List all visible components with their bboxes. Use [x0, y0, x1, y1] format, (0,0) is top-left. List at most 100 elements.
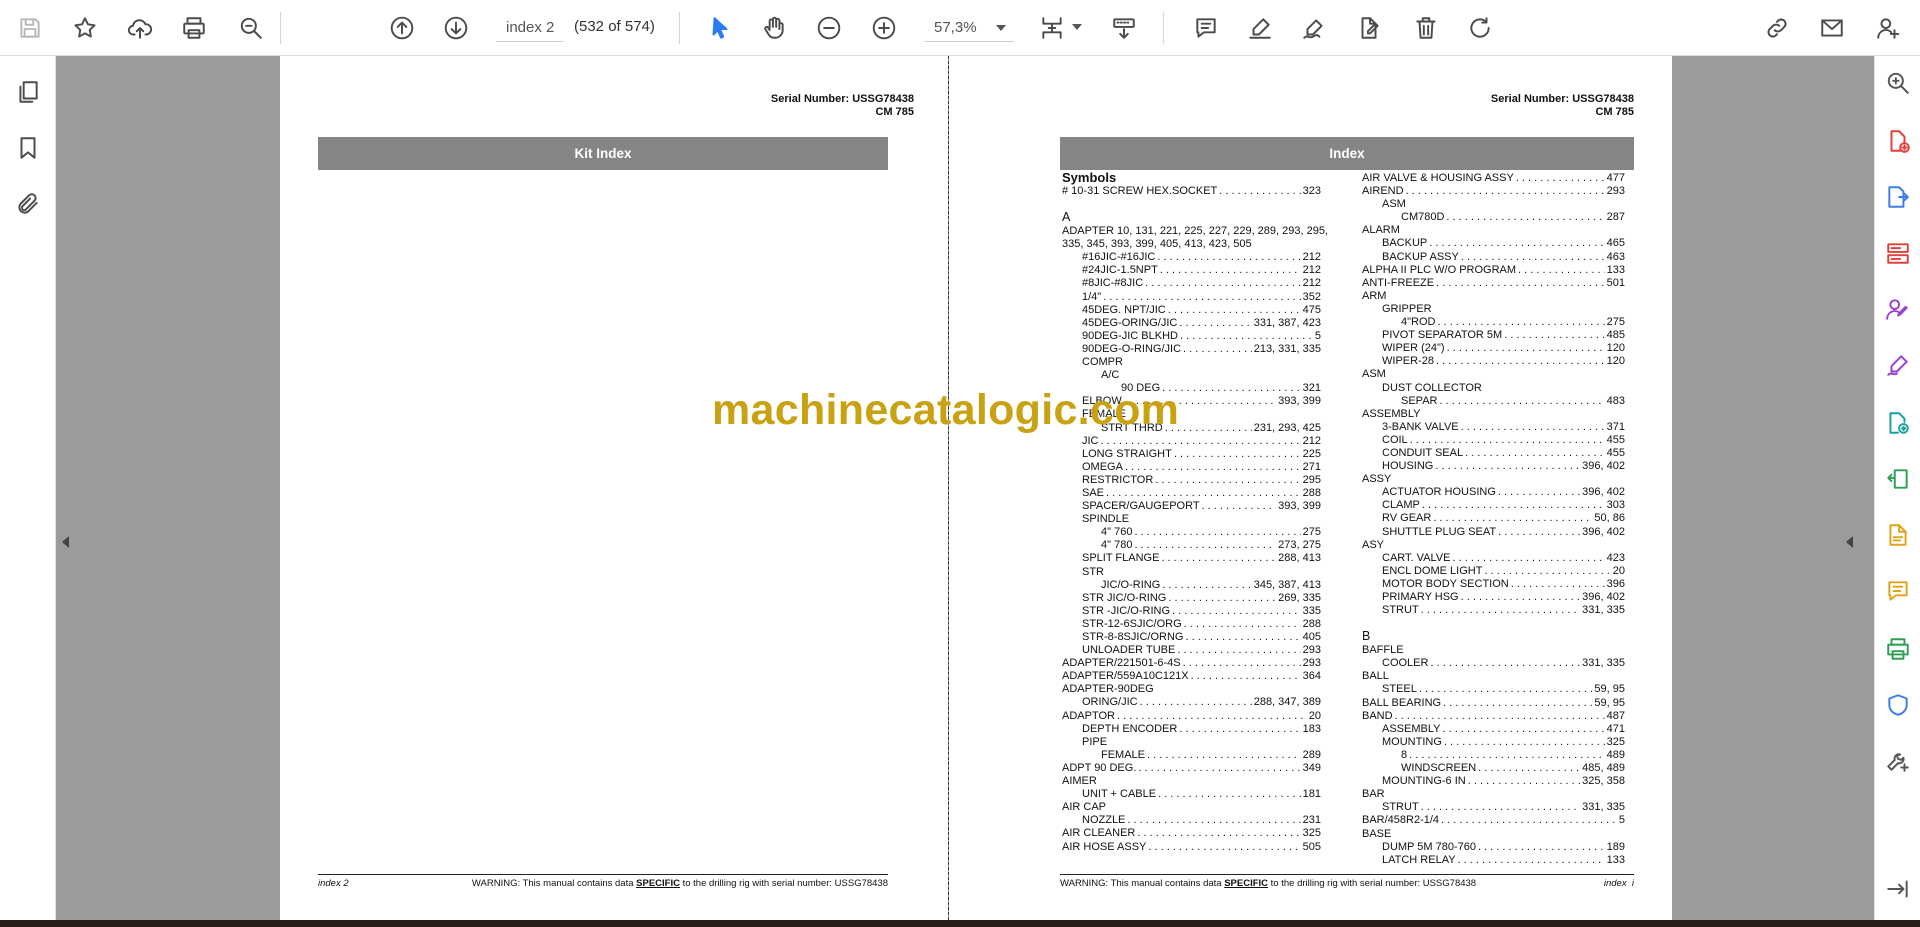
print-icon[interactable] [176, 10, 212, 46]
index-entry-label: AIR HOSE ASSY [1062, 840, 1147, 853]
index-entry-label: JIC [1082, 434, 1099, 447]
index-entry-pages: 364 [1302, 670, 1321, 683]
index-entry: PIVOT SEPARATOR 5M 485 [1362, 329, 1625, 342]
fit-dropdown-icon[interactable] [1072, 24, 1082, 30]
footer-rule [1060, 874, 1634, 875]
more-tools-icon[interactable] [1881, 744, 1915, 778]
create-pdf-icon[interactable] [1881, 124, 1915, 158]
index-entry-label: ENCL DOME LIGHT [1382, 564, 1483, 577]
index-entry: SPLIT FLANGE 288, 413 [1062, 552, 1321, 565]
index-entry-label: GRIPPER [1382, 302, 1432, 315]
add-user-icon[interactable] [1870, 10, 1906, 46]
rotate-icon[interactable] [1462, 10, 1498, 46]
dot-leader [1177, 644, 1300, 657]
zoom-in-icon[interactable] [866, 10, 902, 46]
index-entry-pages: 293 [1302, 644, 1321, 657]
index-entry-label: JIC/O-RING [1101, 578, 1161, 591]
index-entry-label: 4"ROD [1401, 316, 1436, 329]
bookmarks-icon[interactable] [10, 130, 46, 166]
index-entry: 90DEG-O-RING/JIC 213, 331, 335 [1062, 343, 1321, 356]
dot-leader [1419, 683, 1593, 696]
draw-sign-icon[interactable] [1296, 10, 1332, 46]
comment-tool-icon[interactable] [1881, 574, 1915, 608]
previous-page-icon[interactable] [384, 10, 420, 46]
expand-left-panel-icon[interactable] [62, 536, 69, 548]
dot-leader [1134, 526, 1300, 539]
compress-pdf-icon[interactable] [1881, 462, 1915, 496]
dot-leader [1409, 749, 1605, 762]
upload-cloud-icon[interactable] [122, 10, 158, 46]
index-entry-pages: 212 [1302, 277, 1321, 290]
index-entry-label: STRUT [1382, 604, 1419, 617]
fill-sign-icon[interactable] [1881, 348, 1915, 382]
scroll-mode-icon[interactable] [1106, 10, 1142, 46]
edit-pdf-icon[interactable] [1351, 10, 1387, 46]
next-page-icon[interactable] [438, 10, 474, 46]
index-entry-pages: 489 [1606, 748, 1625, 761]
footer-page-label: index i [1604, 878, 1634, 889]
send-for-review-icon[interactable] [1881, 406, 1915, 440]
index-entry-label: 45DEG-ORING/JIC [1082, 316, 1178, 329]
index-entry-label: CART. VALVE [1382, 551, 1451, 564]
export-word-icon[interactable] [1881, 518, 1915, 552]
index-entry-pages: 181 [1302, 788, 1321, 801]
index-entry: ASSEMBLY [1362, 408, 1625, 421]
index-entry: COOLER 331, 335 [1362, 657, 1625, 670]
print-production-icon[interactable] [1881, 632, 1915, 666]
index-entry-pages: 396, 402 [1582, 591, 1625, 603]
collapse-panel-icon[interactable] [1881, 872, 1915, 906]
delete-icon[interactable] [1408, 10, 1444, 46]
index-entry: A [1062, 210, 1321, 225]
index-entry-label: PRIMARY HSG [1382, 591, 1459, 603]
index-entry: AIR CLEANER 325 [1062, 827, 1321, 840]
index-entry: ASM [1362, 198, 1625, 211]
document-viewport[interactable]: Serial Number: USSG78438 CM 785 Kit Inde… [56, 56, 1885, 920]
expand-right-panel-icon[interactable] [1846, 536, 1853, 548]
organize-pages-icon[interactable] [1881, 236, 1915, 270]
index-entry-pages: 501 [1606, 276, 1625, 289]
dot-leader [1395, 710, 1605, 723]
index-entry-label: WIPER (24") [1382, 342, 1445, 355]
share-link-icon[interactable] [1759, 10, 1795, 46]
index-entry-pages: 405 [1302, 631, 1321, 643]
index-entry: CLAMP 303 [1362, 499, 1625, 512]
index-entry-pages: 50, 86 [1594, 512, 1625, 525]
attachments-icon[interactable] [10, 186, 46, 222]
dot-leader [1219, 185, 1300, 198]
index-entry: #16JIC-#16JIC 212 [1062, 251, 1321, 264]
index-entry-pages: 455 [1606, 433, 1625, 446]
index-entry: BAR/458R2-1/4 5 [1362, 814, 1625, 827]
index-entry: #24JIC-1.5NPT 212 [1062, 264, 1321, 277]
email-icon[interactable] [1814, 10, 1850, 46]
index-entry-pages: 5 [1618, 814, 1625, 827]
index-entry-pages: 59, 95 [1594, 683, 1625, 696]
dot-leader [1452, 552, 1604, 565]
save-icon[interactable] [12, 10, 48, 46]
index-entry: ORING/JIC 288, 347, 389 [1062, 696, 1321, 709]
index-entry-pages: 133 [1606, 853, 1625, 866]
hand-pan-icon[interactable] [756, 10, 792, 46]
export-pdf-icon[interactable] [1881, 180, 1915, 214]
dot-leader [1511, 578, 1605, 591]
bookmark-star-icon[interactable] [67, 10, 103, 46]
zoom-search-icon[interactable] [233, 10, 269, 46]
index-entry-label: LONG STRAIGHT [1082, 447, 1172, 460]
index-entry-label: ADAPTER-90DEG [1062, 683, 1154, 696]
select-pointer-icon[interactable] [702, 10, 738, 46]
fit-page-icon[interactable] [1034, 10, 1070, 46]
index-entry-pages: 288, 347, 389 [1253, 696, 1321, 709]
pages-thumbnails-icon[interactable] [10, 74, 46, 110]
search-zoom-icon[interactable] [1881, 66, 1915, 100]
highlight-pen-icon[interactable] [1242, 10, 1278, 46]
zoom-out-icon[interactable] [811, 10, 847, 46]
comment-icon[interactable] [1188, 10, 1224, 46]
index-entry-pages: 331, 335 [1582, 801, 1625, 814]
request-signature-icon[interactable] [1881, 292, 1915, 326]
page-number-input[interactable] [496, 14, 564, 42]
index-entry: GRIPPER [1362, 303, 1625, 316]
protect-icon[interactable] [1881, 688, 1915, 722]
index-entry-label: AIR VALVE & HOUSING ASSY [1362, 172, 1514, 184]
dot-leader [1441, 814, 1617, 827]
dot-leader [1140, 696, 1252, 709]
zoom-dropdown-icon[interactable] [996, 25, 1006, 31]
